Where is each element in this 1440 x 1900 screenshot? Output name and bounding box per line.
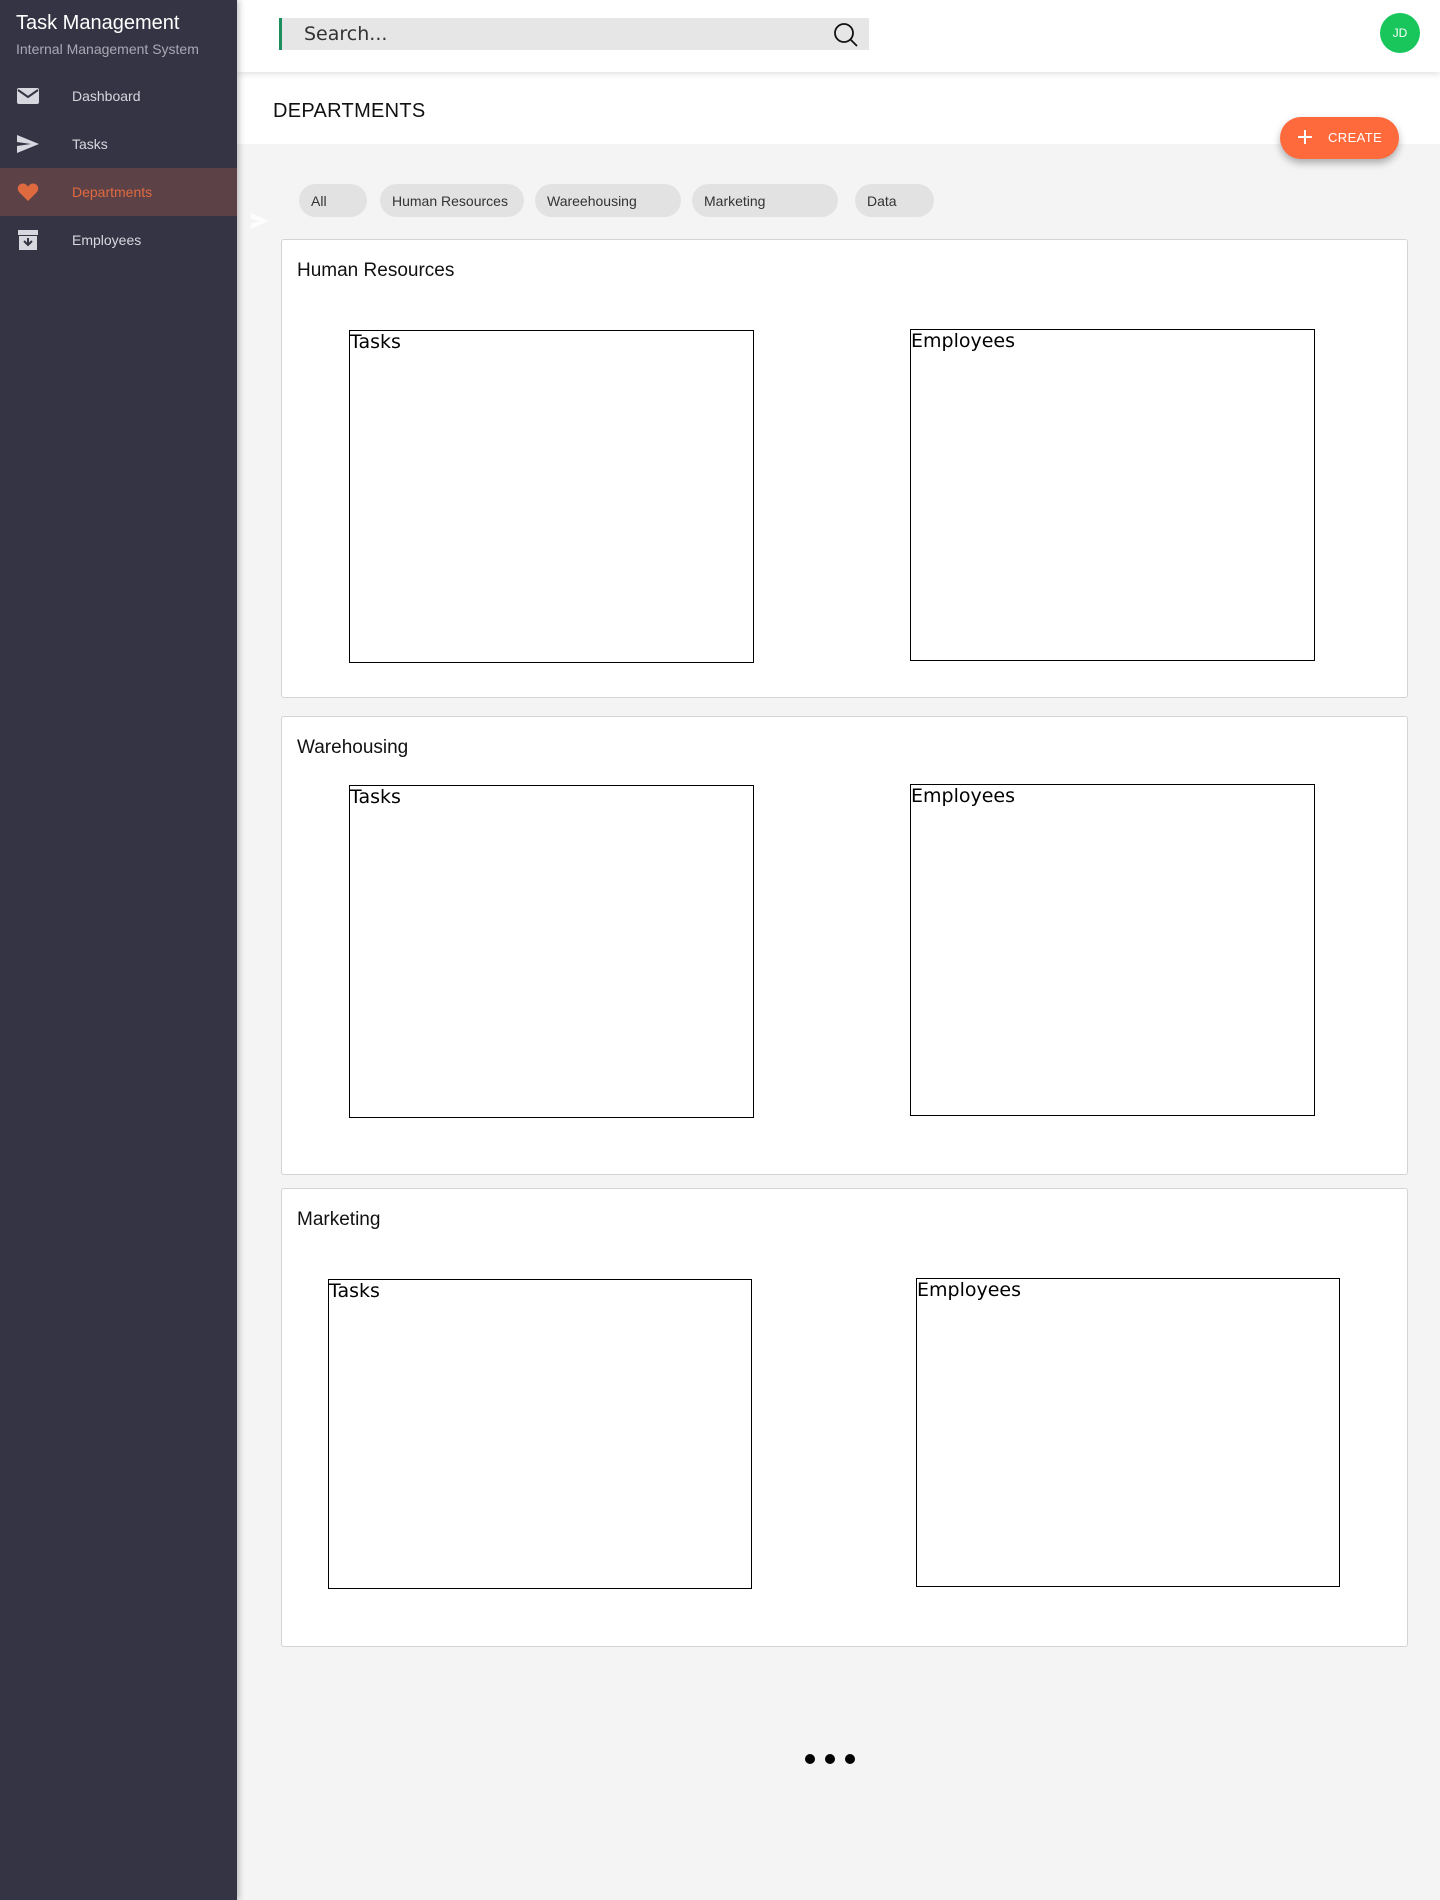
employees-panel-title: Employees [917,1279,1021,1301]
employees-panel-title: Employees [911,785,1015,807]
sidebar-item-employees[interactable]: Employees [0,216,237,264]
page-header: DEPARTMENTS [237,72,1440,144]
collapse-arrow-icon[interactable] [250,212,270,230]
department-title: Human Resources [297,260,455,281]
app-title: Task Management [16,12,180,34]
employees-panel-title: Employees [911,330,1015,352]
app-subtitle: Internal Management System [16,41,199,57]
sidebar-item-tasks[interactable]: Tasks [0,120,237,168]
department-title: Warehousing [297,737,409,758]
employees-panel[interactable]: Employees [916,1278,1340,1587]
sidebar-item-label: Dashboard [72,88,141,104]
department-card-warehousing: Warehousing Tasks Employees [281,716,1408,1175]
heart-icon [16,182,40,202]
tasks-panel-title: Tasks [350,331,401,353]
sidebar-item-departments[interactable]: Departments [0,168,237,216]
tasks-panel-title: Tasks [329,1280,380,1302]
search-icon[interactable] [833,22,859,48]
create-button-label: CREATE [1328,130,1383,145]
search-input[interactable] [304,18,824,50]
filter-chip-marketing[interactable]: Marketing [692,184,838,217]
tasks-panel[interactable]: Tasks [349,330,754,663]
department-card-human-resources: Human Resources Tasks Employees [281,239,1408,698]
filter-chip-warehousing[interactable]: Wareehousing [535,184,681,217]
filter-chip-human-resources[interactable]: Human Resources [380,184,524,217]
tasks-panel-title: Tasks [350,786,401,808]
filter-chip-data[interactable]: Data [855,184,934,217]
mail-icon [16,86,40,106]
create-button[interactable]: CREATE [1280,117,1399,159]
sidebar-item-label: Departments [72,184,153,200]
sidebar-item-dashboard[interactable]: Dashboard [0,72,237,120]
archive-icon [16,230,40,250]
tasks-panel[interactable]: Tasks [328,1279,752,1589]
sidebar: Task Management Internal Management Syst… [0,0,237,1900]
employees-panel[interactable]: Employees [910,329,1315,661]
plus-icon [1296,128,1314,146]
avatar[interactable]: JD [1380,13,1420,53]
send-icon [16,134,40,154]
filter-chip-all[interactable]: All [299,184,367,217]
sidebar-item-label: Employees [72,232,142,248]
department-card-marketing: Marketing Tasks Employees [281,1188,1408,1647]
department-title: Marketing [297,1209,381,1230]
search-bar [279,18,869,50]
tasks-panel[interactable]: Tasks [349,785,754,1118]
top-bar: JD [237,0,1440,72]
more-dots-icon[interactable] [805,1754,857,1764]
employees-panel[interactable]: Employees [910,784,1315,1116]
sidebar-item-label: Tasks [72,136,108,152]
page-title: DEPARTMENTS [273,100,426,122]
